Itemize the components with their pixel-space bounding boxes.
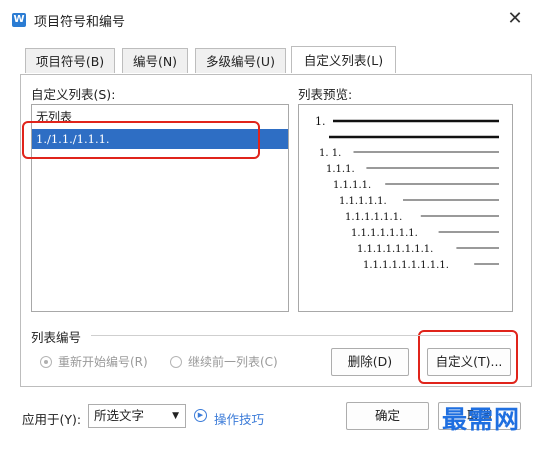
custom-list-label: 自定义列表(S):: [31, 87, 116, 102]
restart-numbering-radio[interactable]: 重新开始编号(R): [40, 354, 148, 370]
radio-checked-icon: [40, 356, 52, 368]
preview-level-label: 1.1.1.1.1.1.1.: [351, 228, 418, 239]
tab-custom-list[interactable]: 自定义列表(L): [291, 46, 396, 73]
preview-level-label: 1.1.1.1.: [333, 180, 371, 191]
close-button[interactable]: ✕: [504, 8, 526, 30]
tab-multilevel[interactable]: 多级编号(U): [195, 48, 286, 73]
customize-button[interactable]: 自定义(T)...: [427, 348, 511, 376]
delete-button[interactable]: 删除(D): [331, 348, 409, 376]
continue-list-label: 继续前一列表(C): [188, 355, 278, 369]
restart-numbering-label: 重新开始编号(R): [58, 355, 148, 369]
group-divider: [91, 335, 511, 336]
dropdown-arrow-icon: ▼: [172, 411, 179, 421]
preview-label: 列表预览:: [298, 87, 353, 102]
wps-app-icon: W: [12, 13, 26, 27]
preview-graphic: 1.1. 1.1.1.1.1.1.1.1.1.1.1.1.1.1.1.1.1.1…: [315, 115, 499, 271]
preview-level-label: 1.1.1.: [326, 164, 355, 175]
apply-to-value: 所选文字: [94, 408, 145, 423]
preview-level-label: 1.: [315, 115, 326, 128]
radio-unchecked-icon: [170, 356, 182, 368]
bullets-and-numbering-dialog: W 项目符号和编号 ✕ 项目符号(B) 编号(N) 多级编号(U) 自定义列表(…: [0, 0, 554, 451]
apply-to-label: 应用于(Y):: [22, 412, 82, 427]
apply-to-select[interactable]: 所选文字 ▼: [88, 404, 186, 428]
operation-tips-link[interactable]: 操作技巧: [214, 409, 264, 428]
highlight-box-selected-item: [22, 121, 260, 159]
ok-button[interactable]: 确定: [346, 402, 429, 430]
dialog-title: 项目符号和编号: [34, 15, 126, 30]
preview-level-label: 1.1.1.1.1.1.1.1.: [357, 244, 433, 255]
play-circle-icon[interactable]: ▶: [194, 409, 207, 422]
list-preview: 1. 1. 1. 1.1.1. 1.1.1.1. 1.1.1.1.1. 1.1.1.1.1…: [298, 104, 513, 312]
preview-level-label: 1.1.1.1.1.1.: [345, 212, 402, 223]
site-watermark: 最需网: [442, 405, 521, 434]
preview-level-label: 1.1.1.1.1.1.1.1.1.: [363, 260, 449, 271]
tab-bullets[interactable]: 项目符号(B): [25, 48, 115, 73]
preview-level-label: 1. 1.: [319, 148, 341, 159]
title-bar: W 项目符号和编号 ✕: [0, 0, 554, 38]
tab-numbering[interactable]: 编号(N): [122, 48, 188, 73]
list-numbering-group-label: 列表编号: [31, 330, 82, 345]
preview-level-label: 1.1.1.1.1.: [339, 196, 387, 207]
continue-list-radio[interactable]: 继续前一列表(C): [170, 354, 278, 370]
